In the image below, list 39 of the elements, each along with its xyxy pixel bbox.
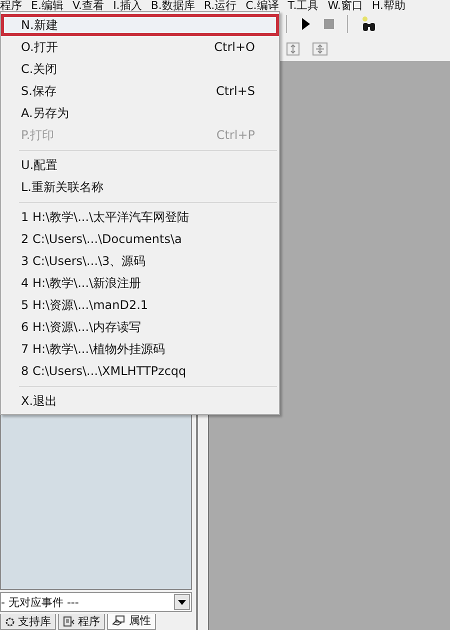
menu-bar-item[interactable]: H.帮助 [372,0,406,11]
caret-icon [178,600,186,604]
menu-item[interactable]: A.另存为 [1,102,279,124]
menu-bar-item[interactable]: T.工具 [288,0,319,11]
menu-item[interactable]: 2 C:\Users\...\Documents\a [1,228,279,250]
menu-item[interactable]: 6 H:\资源\...\内存读写 [1,316,279,338]
menu-item[interactable]: 3 C:\Users\...\3、源码 [1,250,279,272]
dropdown-value: - 无对应事件 --- [1,594,79,610]
document-icon [63,616,75,627]
menu-bar-item[interactable]: R.运行 [204,0,237,11]
panel-tab[interactable]: 程序 [58,614,105,630]
menu-item[interactable]: 4 H:\教学\...\新浪注册 [1,272,279,294]
menu-item[interactable]: S.保存 Ctrl+S [1,80,279,102]
menu-item[interactable]: 1 H:\教学\...\太平洋汽车网登陆 [1,206,279,228]
menu-item[interactable]: O.打开 Ctrl+O [1,36,279,58]
vertical-resize-icon[interactable] [286,42,300,56]
menu-item[interactable]: 7 H:\教学\...\植物外挂源码 [1,338,279,360]
menu-item[interactable]: N.新建 [1,14,279,36]
menu-item[interactable]: 8 C:\Users\...\XMLHTTPzcqq [1,360,279,382]
menu-item[interactable]: 5 H:\资源\...\manD2.1 [1,294,279,316]
menu-bar-item[interactable]: C.编译 [246,0,279,11]
menu-bar-item[interactable]: V.查看 [72,0,104,11]
menu-item[interactable]: L.重新关联名称 [1,176,279,198]
menu-bar-item[interactable]: I.插入 [113,0,142,11]
menu-bar-item[interactable]: E.编辑 [31,0,64,11]
gear-icon [5,616,15,626]
panel-tab[interactable]: 支持库 [0,614,56,630]
menu-item[interactable]: X.退出 [1,390,279,412]
menu-bar-item[interactable]: B.数据库 [150,0,195,11]
dropdown-button[interactable] [174,594,190,610]
move-icon[interactable] [312,42,328,56]
event-dropdown[interactable]: - 无对应事件 --- [0,592,192,612]
run-icon[interactable] [299,16,311,30]
panel-tab[interactable]: 属性 [107,614,156,630]
menu-bar-item[interactable]: 程序 [0,0,22,11]
binoculars-icon[interactable] [360,16,378,32]
menu-item[interactable]: U.配置 [1,154,279,176]
menu-item[interactable]: C.关闭 [1,58,279,80]
menu-bar-item[interactable]: W.窗口 [328,0,363,11]
